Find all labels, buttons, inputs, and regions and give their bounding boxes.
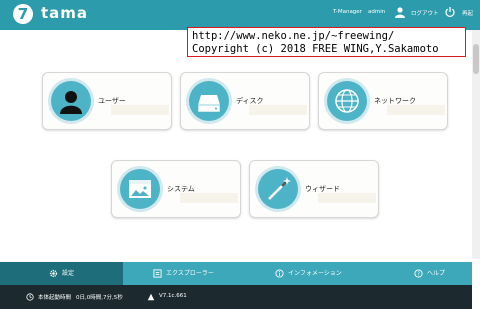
tile-disk[interactable]: ディスク	[180, 72, 310, 130]
explorer-icon	[153, 269, 162, 278]
uptime-label: 本体起動時間	[38, 295, 72, 301]
tile-network-label: ネットワーク	[374, 97, 416, 105]
tile-stripe	[249, 105, 307, 115]
user-icon	[51, 81, 91, 121]
power-icon[interactable]	[444, 6, 456, 18]
logo-icon: 7	[13, 4, 33, 24]
disk-icon	[189, 81, 229, 121]
tile-stripe	[318, 193, 376, 203]
tile-disk-label: ディスク	[236, 97, 264, 105]
info-icon	[275, 269, 284, 278]
status-bar: 本体起動時間 0日,0時間,7分,5秒 V7.1c.661	[0, 285, 472, 309]
nav-explorer-label: エクスプローラー	[166, 270, 214, 277]
tile-stripe	[111, 105, 169, 115]
tile-network[interactable]: ネットワーク	[318, 72, 448, 130]
tile-wizard[interactable]: ウィザード	[249, 160, 379, 218]
copyright-url: http://www.neko.ne.jp/~freewing/	[192, 30, 395, 42]
help-icon: ?	[414, 269, 423, 278]
shutdown-link[interactable]: 再起	[462, 9, 473, 17]
system-window-icon	[120, 169, 160, 209]
nav-help[interactable]: ? ヘルプ	[414, 262, 445, 285]
logout-link[interactable]: ログアウト	[411, 9, 439, 17]
top-header: 7 tama T-Manager admin ログアウト 再起	[0, 0, 480, 30]
nav-information[interactable]: インフォメーション	[275, 262, 342, 285]
tile-stripe	[387, 105, 445, 115]
copyright-notice: Copyright (c) 2018 FREE WING,Y.Sakamoto	[192, 42, 439, 55]
copyright-overlay: http://www.neko.ne.jp/~freewing/Copyrigh…	[187, 27, 466, 57]
globe-icon	[327, 81, 367, 121]
tile-system[interactable]: システム	[111, 160, 241, 218]
nav-settings[interactable]: 設定	[0, 262, 123, 285]
firmware-version: V7.1c.661	[159, 293, 187, 299]
tile-stripe	[180, 193, 238, 203]
nav-information-label: インフォメーション	[288, 270, 342, 277]
version-icon	[147, 293, 155, 301]
magic-wand-icon	[258, 169, 298, 209]
role-label: T-Manager	[333, 9, 362, 15]
app-name: tama	[41, 4, 89, 22]
tile-user[interactable]: ユーザー	[42, 72, 172, 130]
user-icon[interactable]	[394, 6, 406, 18]
nav-settings-label: 設定	[61, 270, 74, 277]
scrollbar-thumb[interactable]	[473, 44, 479, 74]
gear-icon	[49, 269, 58, 278]
uptime-value: 0日,0時間,7分,5秒	[76, 295, 123, 301]
user-name: admin	[368, 9, 386, 15]
bottom-nav: 設定 エクスプローラー インフォメーション ? ヘルプ	[0, 262, 472, 285]
clock-icon	[26, 293, 34, 301]
tile-user-label: ユーザー	[98, 97, 126, 105]
nav-help-label: ヘルプ	[427, 270, 446, 277]
tile-wizard-label: ウィザード	[305, 185, 340, 193]
nav-explorer[interactable]: エクスプローラー	[153, 262, 214, 285]
svg-text:?: ?	[417, 272, 420, 278]
tile-system-label: システム	[167, 185, 195, 193]
